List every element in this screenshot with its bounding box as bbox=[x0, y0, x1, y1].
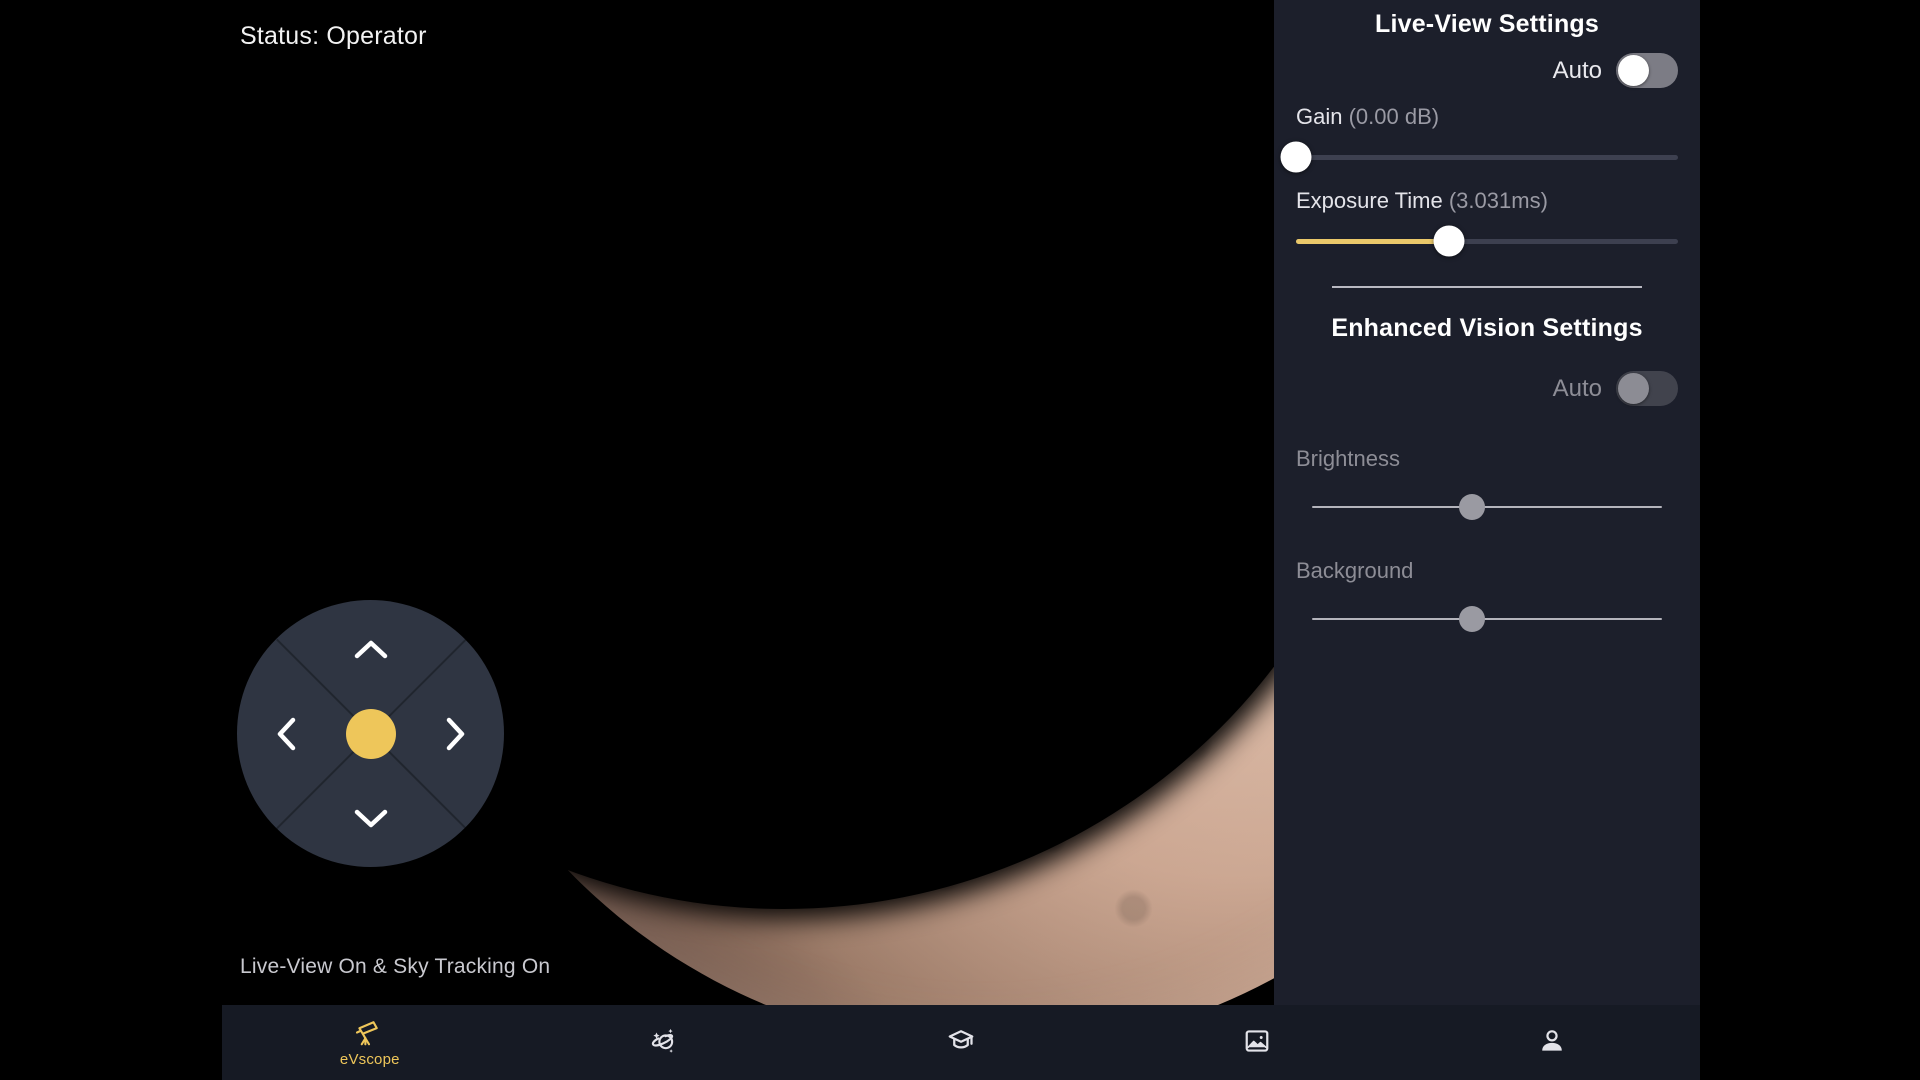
letterbox-right bbox=[1700, 0, 1920, 1080]
live-view-settings-title: Live-View Settings bbox=[1374, 10, 1600, 38]
nav-item-profile[interactable] bbox=[1404, 1005, 1700, 1080]
enhanced-vision-auto-toggle[interactable] bbox=[1616, 371, 1678, 406]
background-slider-track bbox=[1312, 618, 1662, 620]
moon-image bbox=[222, 0, 1274, 1005]
enhanced-vision-settings-title: Enhanced Vision Settings bbox=[1331, 314, 1643, 342]
gain-label-row: Gain (0.00 dB) bbox=[1296, 104, 1678, 130]
settings-panel: Live-View Settings Auto Gain (0.00 dB) E… bbox=[1274, 0, 1700, 1005]
graduation-cap-icon bbox=[946, 1026, 976, 1056]
exposure-value: (3.031ms) bbox=[1448, 188, 1548, 213]
exposure-slider-thumb[interactable] bbox=[1433, 225, 1465, 257]
app-root: Status: Operator Live-View On & Sky Trac… bbox=[0, 0, 1920, 1080]
chevron-right-icon bbox=[444, 717, 466, 751]
status-tracking-text: Live-View On & Sky Tracking On bbox=[240, 955, 551, 978]
nav-item-gallery[interactable] bbox=[1109, 1005, 1405, 1080]
exposure-field: Exposure Time (3.031ms) bbox=[1296, 188, 1678, 257]
direction-pad[interactable] bbox=[237, 600, 504, 867]
gain-slider-track bbox=[1296, 154, 1678, 160]
brightness-slider-thumb[interactable] bbox=[1458, 494, 1485, 520]
toggle-knob bbox=[1618, 373, 1649, 404]
enhanced-vision-auto-row: Auto bbox=[1296, 371, 1678, 406]
person-profile-icon bbox=[1538, 1026, 1566, 1056]
settings-divider bbox=[1332, 286, 1642, 288]
gain-slider-thumb[interactable] bbox=[1280, 141, 1312, 173]
background-slider[interactable] bbox=[1296, 604, 1678, 634]
chevron-up-icon bbox=[354, 638, 388, 660]
live-view-canvas[interactable]: Status: Operator Live-View On & Sky Trac… bbox=[222, 0, 1274, 1005]
live-view-auto-row: Auto bbox=[1296, 53, 1678, 88]
nav-item-evscope[interactable]: eVscope bbox=[222, 1005, 518, 1080]
dpad-center-button[interactable] bbox=[345, 708, 396, 759]
gain-label: Gain bbox=[1296, 104, 1343, 129]
brightness-field: Brightness bbox=[1296, 446, 1678, 522]
brightness-label: Brightness bbox=[1296, 446, 1400, 471]
gallery-image-icon bbox=[1243, 1026, 1271, 1056]
gain-value: (0.00 dB) bbox=[1348, 104, 1440, 129]
dpad-left-button[interactable] bbox=[275, 717, 297, 751]
nav-label-evscope: eVscope bbox=[339, 1050, 400, 1068]
exposure-label-row: Exposure Time (3.031ms) bbox=[1296, 188, 1678, 214]
dpad-up-button[interactable] bbox=[354, 638, 388, 660]
bottom-navigation-bar: eVscope bbox=[222, 1005, 1700, 1080]
letterbox-left bbox=[0, 0, 222, 1080]
live-view-auto-label: Auto bbox=[1552, 56, 1602, 84]
exposure-slider-fill bbox=[1296, 238, 1449, 244]
nav-item-learn[interactable] bbox=[813, 1005, 1109, 1080]
nav-item-explore[interactable] bbox=[518, 1005, 814, 1080]
gain-slider[interactable] bbox=[1280, 141, 1678, 173]
gain-field: Gain (0.00 dB) bbox=[1280, 104, 1678, 173]
background-label: Background bbox=[1296, 558, 1414, 583]
chevron-down-icon bbox=[354, 807, 388, 829]
brightness-slider-track bbox=[1312, 506, 1662, 508]
chevron-left-icon bbox=[275, 717, 297, 751]
toggle-knob bbox=[1618, 55, 1649, 86]
live-view-auto-toggle[interactable] bbox=[1616, 53, 1678, 88]
background-field: Background bbox=[1296, 558, 1678, 634]
exposure-label: Exposure Time bbox=[1296, 188, 1443, 213]
brightness-slider[interactable] bbox=[1296, 492, 1678, 522]
telescope-icon bbox=[355, 1018, 385, 1048]
status-operator-text: Status: Operator bbox=[240, 22, 427, 50]
background-slider-thumb[interactable] bbox=[1458, 606, 1485, 632]
dpad-down-button[interactable] bbox=[354, 807, 388, 829]
dpad-right-button[interactable] bbox=[444, 717, 466, 751]
planet-sparkle-icon bbox=[650, 1026, 680, 1056]
enhanced-vision-auto-label: Auto bbox=[1552, 374, 1602, 402]
exposure-slider[interactable] bbox=[1296, 225, 1678, 257]
